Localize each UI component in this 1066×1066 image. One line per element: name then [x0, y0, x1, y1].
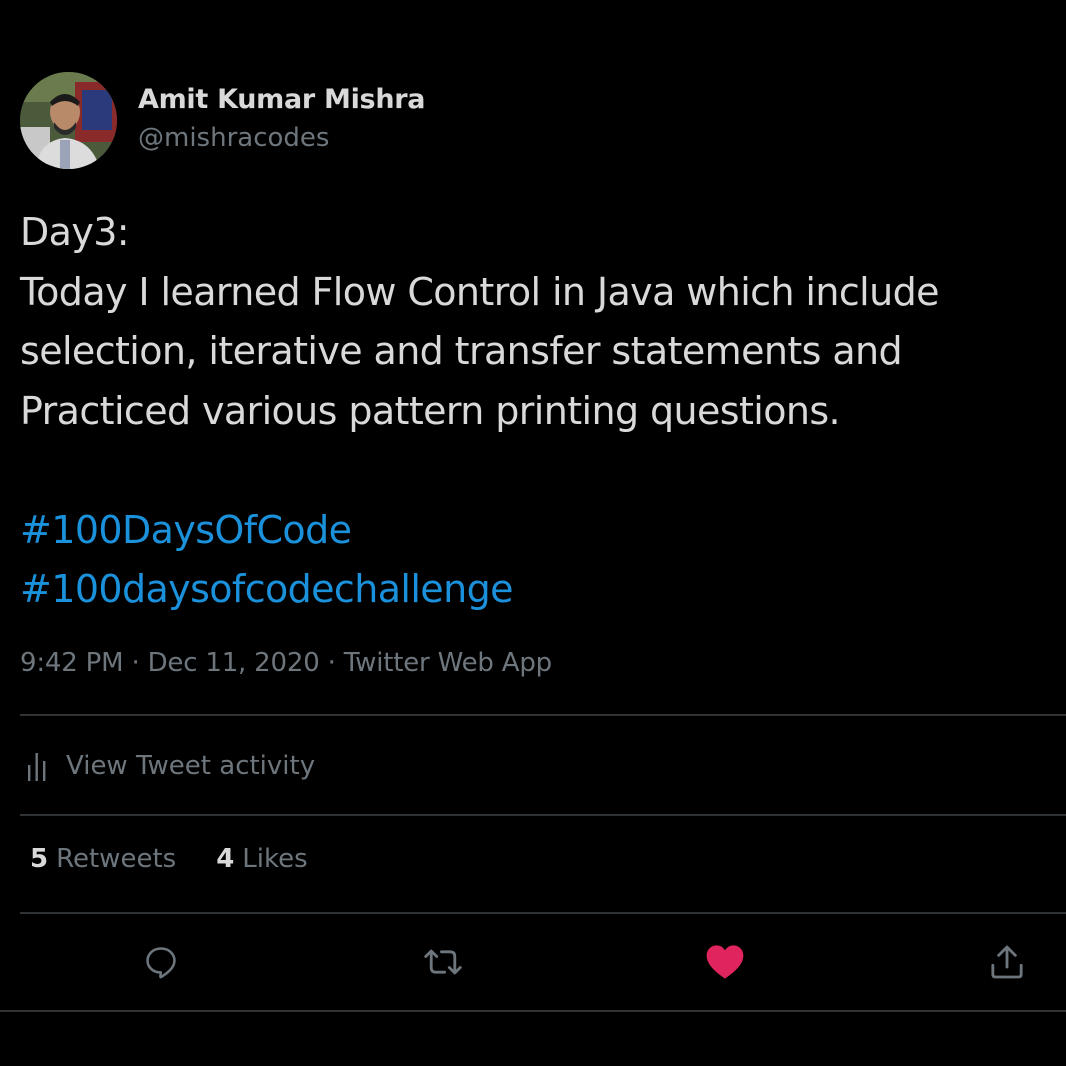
- heart-icon: [706, 945, 744, 979]
- divider: [20, 814, 1066, 816]
- user-handle[interactable]: @mishracodes: [138, 123, 329, 153]
- view-tweet-activity-link[interactable]: View Tweet activity: [26, 744, 315, 788]
- reply-button[interactable]: [139, 940, 183, 984]
- likes-label: Likes: [242, 844, 308, 874]
- retweet-button[interactable]: [421, 940, 465, 984]
- likes-stat[interactable]: 4 Likes: [216, 844, 307, 874]
- likes-count: 4: [216, 844, 235, 874]
- tweet-stats: 5 Retweets 4 Likes: [30, 844, 348, 874]
- bar-chart-icon: [26, 751, 48, 781]
- divider: [0, 1010, 1066, 1012]
- divider: [20, 714, 1066, 716]
- reply-icon: [146, 947, 176, 979]
- tweet-line: selection, iterative and transfer statem…: [20, 329, 903, 373]
- share-button[interactable]: [985, 940, 1029, 984]
- tweet-date[interactable]: Dec 11, 2020: [148, 648, 320, 678]
- retweets-label: Retweets: [56, 844, 177, 874]
- avatar[interactable]: [20, 72, 117, 169]
- view-tweet-activity-label: View Tweet activity: [66, 751, 316, 781]
- meta-separator: ·: [327, 648, 344, 678]
- tweet-detail: Amit Kumar Mishra @mishracodes Day3: Tod…: [0, 0, 1066, 1066]
- meta-separator: ·: [131, 648, 148, 678]
- retweets-count: 5: [30, 844, 49, 874]
- tweet-line: Today I learned Flow Control in Java whi…: [20, 269, 939, 314]
- divider: [20, 912, 1066, 914]
- retweet-icon: [424, 949, 462, 975]
- tweet-line: Day3:: [20, 210, 130, 254]
- share-icon: [991, 945, 1023, 979]
- tweet-text: Day3: Today I learned Flow Control in Ja…: [20, 203, 1050, 620]
- display-name[interactable]: Amit Kumar Mishra: [138, 84, 425, 115]
- tweet-meta: 9:42 PM · Dec 11, 2020 · Twitter Web App: [20, 648, 552, 678]
- retweets-stat[interactable]: 5 Retweets: [30, 844, 176, 874]
- tweet-source[interactable]: Twitter Web App: [344, 648, 552, 678]
- hashtag-link[interactable]: #100daysofcodechallenge: [20, 560, 1050, 620]
- hashtag-link[interactable]: #100DaysOfCode: [20, 501, 1050, 561]
- like-button[interactable]: [703, 940, 747, 984]
- tweet-line: Practiced various pattern printing quest…: [20, 388, 841, 433]
- tweet-time[interactable]: 9:42 PM: [20, 648, 124, 678]
- avatar-photo: [20, 72, 117, 169]
